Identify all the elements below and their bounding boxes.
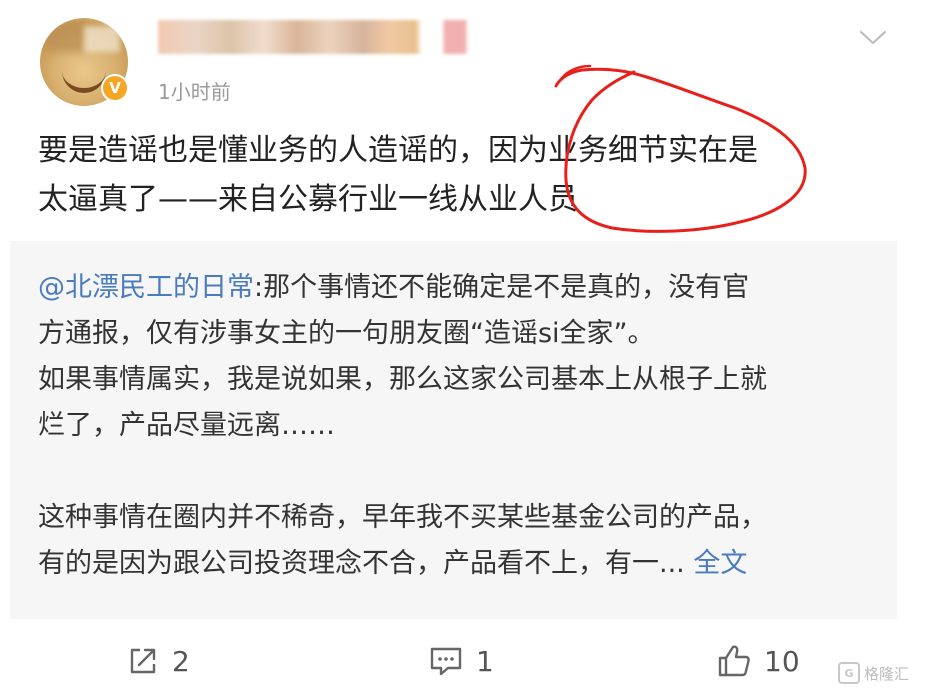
repost-line: 有的是因为跟公司投资理念不合，产品看不上，有一... 全文: [38, 541, 888, 587]
watermark: G 格隆汇: [838, 662, 909, 684]
repost-line: 烂了，产品尽量远离……: [38, 410, 335, 441]
share-button[interactable]: 2: [126, 636, 190, 686]
action-bar: 2 1 10: [0, 636, 929, 686]
avatar-blur: [84, 26, 120, 52]
repost-text-segment: :那个事情还不能确定是不是真的，没有官: [254, 272, 750, 303]
like-count: 10: [764, 644, 800, 678]
repost-card[interactable]: @北漂民工的日常:那个事情还不能确定是不是真的，没有官 方通报，仅有涉事女主的一…: [10, 241, 897, 619]
repost-body: @北漂民工的日常:那个事情还不能确定是不是真的，没有官 方通报，仅有涉事女主的一…: [38, 265, 888, 587]
avatar-blur: [46, 22, 86, 52]
watermark-text: 格隆汇: [864, 664, 910, 683]
post-body-line: 太逼真了——来自公募行业一线从业人员: [38, 182, 578, 217]
post-body-line: 要是造谣也是懂业务的人造谣的，因为业务细节实在是: [38, 133, 758, 168]
comment-icon: [430, 647, 462, 676]
share-count: 2: [172, 644, 190, 678]
mention-link[interactable]: @北漂民工的日常: [38, 272, 254, 303]
chevron-down-icon[interactable]: [858, 22, 888, 52]
repost-line: 方通报，仅有涉事女主的一句朋友圈“造谣si全家”。: [38, 318, 655, 349]
share-icon: [130, 648, 156, 674]
watermark-logo-icon: G: [838, 662, 860, 684]
full-text-link[interactable]: 全文: [693, 548, 747, 579]
repost-line: @北漂民工的日常:那个事情还不能确定是不是真的，没有官: [38, 265, 888, 311]
comment-count: 1: [476, 644, 494, 678]
post-body: 要是造谣也是懂业务的人造谣的，因为业务细节实在是 太逼真了——来自公募行业一线从…: [38, 126, 878, 224]
like-button[interactable]: 10: [716, 636, 800, 686]
comment-button[interactable]: 1: [428, 636, 494, 686]
repost-line: 这种事情在圈内并不稀奇，早年我不买某些基金公司的产品，: [38, 502, 767, 533]
post-timestamp: 1小时前: [158, 80, 231, 104]
repost-text-segment: 有的是因为跟公司投资理念不合，产品看不上，有一...: [38, 548, 685, 579]
username-blurred[interactable]: [158, 20, 488, 54]
verified-badge-icon: V: [101, 74, 129, 102]
thumbs-up-icon: [718, 645, 750, 677]
repost-line: 如果事情属实，我是说如果，那么这家公司基本上从根子上就: [38, 364, 767, 395]
verified-badge-letter: V: [103, 76, 127, 100]
avatar-smile: [62, 66, 106, 93]
